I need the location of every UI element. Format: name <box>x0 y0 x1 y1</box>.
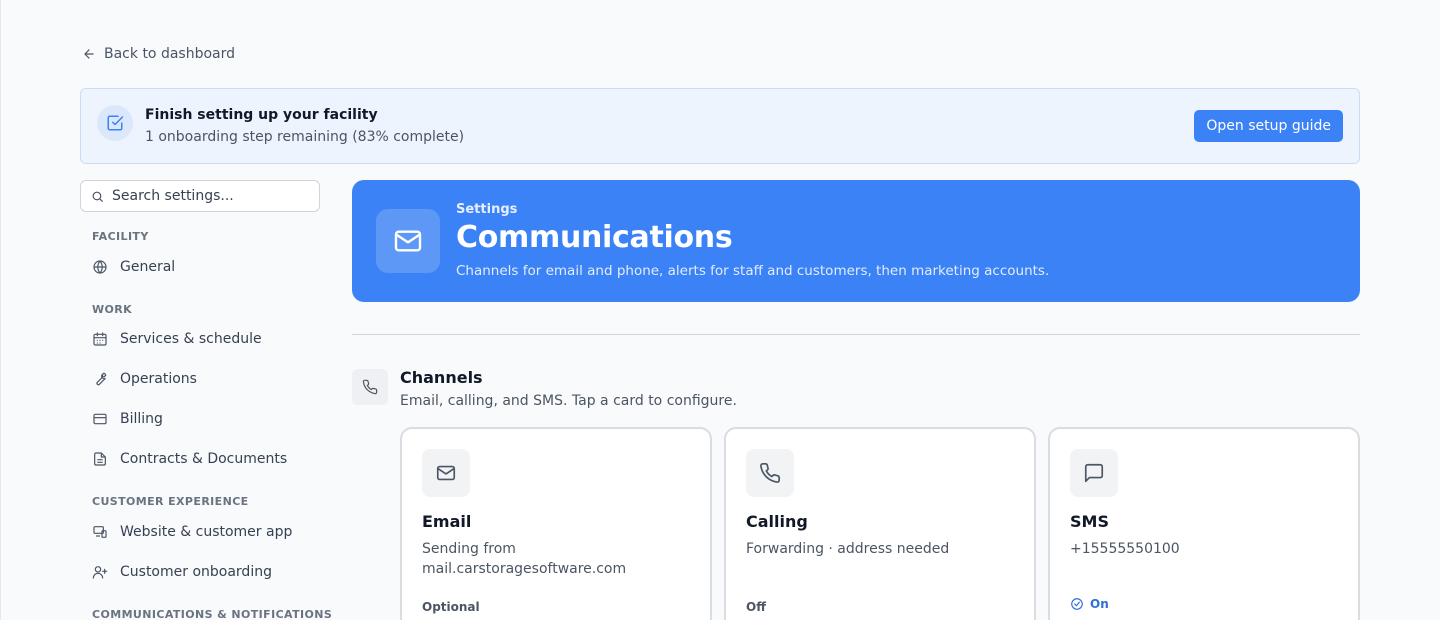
sidebar-item-services-schedule[interactable]: Services & schedule <box>92 329 262 349</box>
sidebar-item-label: Website & customer app <box>120 524 293 540</box>
setup-title: Finish setting up your facility <box>145 107 378 123</box>
search-settings-box[interactable] <box>80 180 320 212</box>
devices-icon <box>93 526 107 538</box>
sidebar-item-customer-onboarding[interactable]: Customer onboarding <box>92 562 272 582</box>
sms-channel-card[interactable]: SMS +15555550100 On <box>1048 427 1360 620</box>
card-title: Calling <box>746 512 808 531</box>
email-channel-card[interactable]: Email Sending from mail.carstoragesoftwa… <box>400 427 712 620</box>
status-badge: On <box>1070 597 1109 611</box>
phone-icon <box>352 369 388 405</box>
channels-subtitle: Email, calling, and SMS. Tap a card to c… <box>400 393 737 409</box>
open-setup-guide-button[interactable]: Open setup guide <box>1194 110 1343 142</box>
mail-icon <box>376 209 440 273</box>
sidebar-item-label: General <box>120 259 176 275</box>
card-description: +15555550100 <box>1070 541 1180 557</box>
search-input[interactable] <box>112 188 312 204</box>
user-plus-icon <box>92 566 108 579</box>
status-label: Off <box>746 600 766 614</box>
page-title: Communications <box>456 220 733 255</box>
sidebar-item-label: Customer onboarding <box>120 564 272 580</box>
status-badge: Optional <box>422 600 480 614</box>
hero-kicker: Settings <box>456 202 518 217</box>
sidebar-item-label: Services & schedule <box>120 331 262 347</box>
communications-header-card: Settings Communications Channels for ema… <box>352 180 1360 302</box>
section-divider <box>352 334 1360 335</box>
phone-icon <box>746 449 794 497</box>
wrench-icon <box>96 372 107 386</box>
back-link-label: Back to dashboard <box>104 46 236 62</box>
sidebar-item-label: Operations <box>120 371 197 387</box>
sidebar-item-label: Contracts & Documents <box>120 451 288 467</box>
setup-progress-text: 1 onboarding step remaining (83% complet… <box>145 129 465 145</box>
status-badge: Off <box>746 600 766 614</box>
calling-channel-card[interactable]: Calling Forwarding · address needed Off <box>724 427 1036 620</box>
calendar-icon <box>93 332 107 346</box>
message-icon <box>1070 449 1118 497</box>
card-title: Email <box>422 512 472 531</box>
page-edge <box>0 0 1 620</box>
setup-banner: Finish setting up your facility 1 onboar… <box>80 88 1360 164</box>
mail-icon <box>422 449 470 497</box>
sidebar-item-contracts-documents[interactable]: Contracts & Documents <box>92 449 287 469</box>
sidebar-item-operations[interactable]: Operations <box>92 369 197 389</box>
check-circle-icon <box>1071 598 1083 610</box>
status-label: On <box>1090 597 1109 611</box>
sidebar-item-label: Billing <box>120 411 163 427</box>
page-description: Channels for email and phone, alerts for… <box>456 263 1050 279</box>
sidebar-item-billing[interactable]: Billing <box>92 409 163 429</box>
sidebar-section-work: WORK <box>92 303 133 316</box>
card-description: Forwarding · address needed <box>746 541 950 557</box>
sidebar-section-communications: COMMUNICATIONS & NOTIFICATIONS <box>92 608 333 620</box>
credit-card-icon <box>93 413 107 425</box>
sidebar-item-website-customer-app[interactable]: Website & customer app <box>92 522 292 542</box>
search-icon <box>92 191 103 202</box>
sidebar-item-general[interactable]: General <box>92 257 175 277</box>
card-title: SMS <box>1070 512 1109 531</box>
card-description: Sending from mail.carstoragesoftware.com <box>422 541 627 577</box>
back-to-dashboard-link[interactable]: Back to dashboard <box>82 46 235 62</box>
sidebar-section-customer-experience: CUSTOMER EXPERIENCE <box>92 495 249 508</box>
arrow-left-icon <box>84 49 94 59</box>
status-label: Optional <box>422 600 480 614</box>
channels-title: Channels <box>400 368 483 387</box>
checkbox-icon <box>97 105 133 141</box>
document-icon <box>94 452 106 466</box>
globe-icon <box>93 260 107 274</box>
sidebar-section-facility: FACILITY <box>92 230 149 243</box>
